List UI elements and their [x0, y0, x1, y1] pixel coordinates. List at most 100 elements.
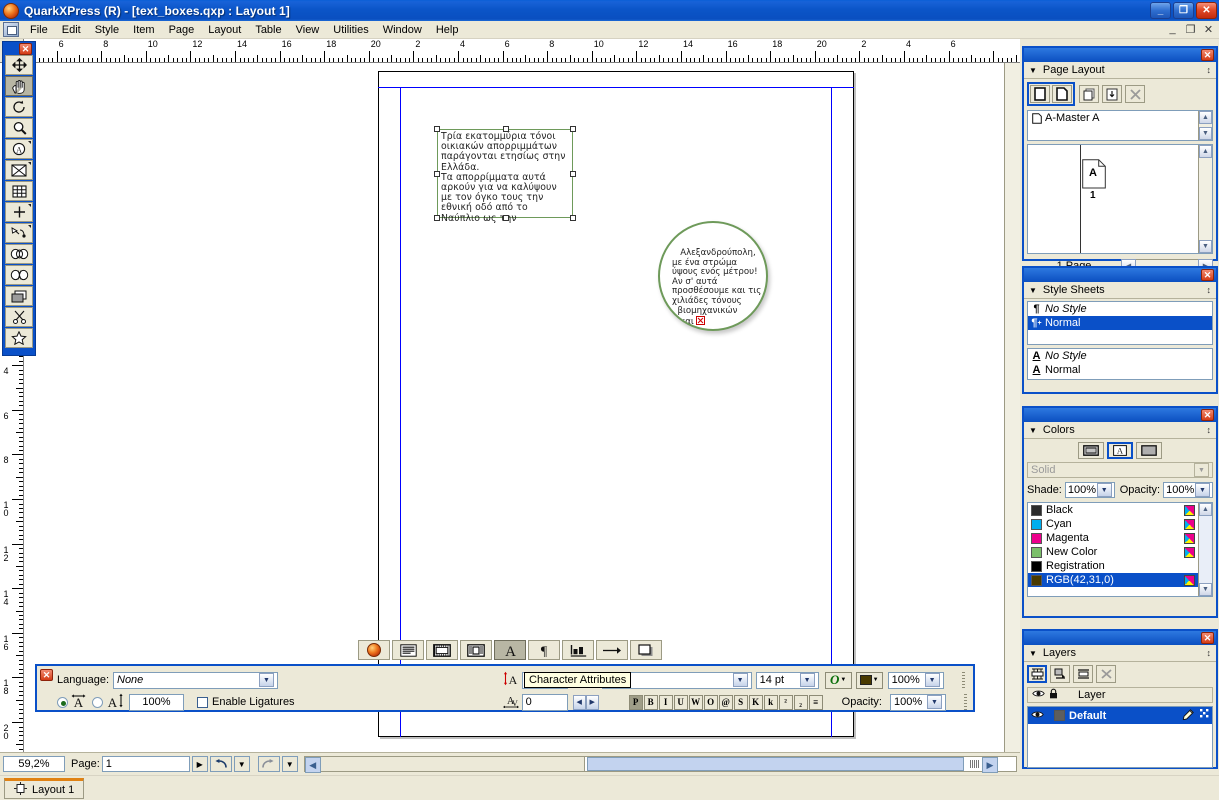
redo-menu-button[interactable]: ▼ [281, 756, 298, 772]
horizontal-scale-radio[interactable] [57, 696, 68, 708]
scrollbar-thumb[interactable]: ◀ [304, 757, 585, 773]
color-item-registration[interactable]: Registration [1028, 559, 1198, 573]
menu-layout[interactable]: Layout [201, 23, 248, 37]
zoom-input[interactable]: 59,2% [3, 756, 65, 772]
link-tool[interactable] [5, 244, 33, 264]
resize-handle-nw[interactable] [434, 126, 440, 132]
resize-icon[interactable]: ↕ [1207, 425, 1212, 435]
duplicate-icon[interactable] [1079, 85, 1099, 103]
pencil-icon[interactable] [1182, 708, 1194, 723]
resize-handle-n[interactable] [503, 126, 509, 132]
blank-facing-page-icon[interactable] [1052, 85, 1072, 103]
page-input[interactable]: 1 [101, 756, 190, 772]
maximize-button[interactable]: ❐ [1173, 2, 1194, 19]
starburst-tool[interactable] [5, 328, 33, 348]
enable-ligatures-checkbox[interactable] [197, 696, 208, 708]
subscript-style-button[interactable]: ₂ [793, 694, 808, 710]
menu-help[interactable]: Help [429, 23, 466, 37]
greek-text-box[interactable]: Τρία εκατομμύρια τόνοι οικιακών απορριμμά… [434, 126, 576, 223]
blend-style-select[interactable]: Solid ▼ [1027, 462, 1213, 478]
scroll-down-icon[interactable]: ▼ [1199, 240, 1212, 253]
opacity-color-button[interactable]: O ▼ [824, 671, 852, 689]
move-item-to-layer-icon[interactable] [1050, 665, 1070, 683]
character-tab[interactable]: A [494, 640, 526, 660]
collapse-triangle-icon[interactable]: ▼ [1029, 649, 1037, 658]
blank-single-page-icon[interactable] [1030, 85, 1050, 103]
background-color-icon[interactable] [1136, 442, 1162, 459]
resize-handle-w[interactable] [434, 171, 440, 177]
resize-handle-e[interactable] [570, 171, 576, 177]
small-caps-style-button[interactable]: k [763, 694, 778, 710]
opacity-input[interactable]: 100% ▼ [890, 693, 946, 711]
greek-circle-text-content[interactable]: Αλεξανδρούπολη, με ένα στρώμα ύψους ενός μ… [660, 223, 766, 328]
eye-icon[interactable] [1031, 710, 1044, 722]
content-hand-tool[interactable] [5, 76, 33, 96]
collapse-triangle-icon[interactable]: ▼ [1029, 426, 1037, 435]
delete-icon[interactable] [1125, 85, 1145, 103]
greek-text-box-content[interactable]: Τρία εκατομμύρια τόνοι οικιακών απορριμμά… [438, 130, 572, 226]
master-pages-list[interactable]: A-Master A ▲ ▼ [1027, 110, 1213, 141]
menu-edit[interactable]: Edit [55, 23, 88, 37]
chevron-down-icon[interactable]: ▼ [927, 695, 942, 709]
paragraph-stylesheet-list[interactable]: ¶ No Style ¶ + Normal [1027, 301, 1213, 345]
resize-icon[interactable]: ↕ [1207, 65, 1212, 75]
redo-button[interactable] [257, 756, 280, 772]
layer-item-default[interactable]: Default [1028, 707, 1212, 724]
collapse-triangle-icon[interactable]: ▼ [1029, 66, 1037, 75]
scroll-down-icon[interactable]: ▼ [1199, 583, 1212, 596]
font-size-select[interactable]: 14 pt ▼ [755, 671, 819, 689]
vertical-scale-icon[interactable]: A [106, 693, 125, 711]
bold-style-button[interactable]: B [643, 694, 658, 710]
dropshadow-tab[interactable] [630, 640, 662, 660]
stylesheet-item-normal-character[interactable]: A Normal [1028, 363, 1212, 377]
scrollbar-track-thumb[interactable] [586, 757, 964, 771]
layers-header[interactable]: ▼ Layers ↕ [1024, 645, 1216, 662]
color-item-black[interactable]: Black [1028, 503, 1198, 517]
frame-tab[interactable] [426, 640, 458, 660]
outline-style-button[interactable]: O [703, 694, 718, 710]
resize-handle-se[interactable] [570, 215, 576, 221]
layers-list[interactable]: Default [1027, 706, 1213, 768]
classic-tab[interactable] [358, 640, 390, 660]
rotation-tool[interactable] [5, 97, 33, 117]
superscript-style-button[interactable]: ² [778, 694, 793, 710]
text-overflow-icon[interactable] [695, 316, 705, 326]
document-icon[interactable] [3, 22, 19, 37]
paragraph-tab[interactable]: ¶ [528, 640, 560, 660]
items-icon[interactable] [1200, 708, 1209, 723]
all-caps-style-button[interactable]: K [748, 694, 763, 710]
close-icon[interactable]: ✕ [19, 43, 32, 55]
menu-table[interactable]: Table [248, 23, 288, 37]
horizontal-ruler[interactable]: 6 8 10 12 14 16 18 20 2 4 6 8 10 12 14 16 18 20 2 4 6 [24, 39, 1020, 63]
runaround-tab[interactable] [460, 640, 492, 660]
menu-item[interactable]: Item [126, 23, 161, 37]
close-icon[interactable]: ✕ [1201, 49, 1214, 61]
stylesheet-item-no-style-character[interactable]: A No Style [1028, 349, 1212, 363]
resize-icon[interactable]: ↕ [1207, 285, 1212, 295]
menu-window[interactable]: Window [376, 23, 429, 37]
horizontal-scale-icon[interactable]: A [71, 693, 86, 711]
italic-style-button[interactable]: I [658, 694, 673, 710]
chevron-down-icon[interactable]: ▼ [732, 673, 748, 687]
shadow-style-button[interactable]: @ [718, 694, 733, 710]
composition-zone-tool[interactable] [5, 286, 33, 306]
bezier-pen-tool[interactable] [5, 223, 33, 243]
table-tool[interactable] [5, 181, 33, 201]
scroll-down-icon[interactable]: ▼ [1199, 127, 1212, 140]
page-thumbnails-area[interactable]: A 1 ▲ ▼ [1027, 144, 1213, 254]
color-item-new-color[interactable]: New Color [1028, 545, 1198, 559]
canvas-vertical-scrollbar[interactable] [1004, 63, 1020, 752]
close-button[interactable]: ✕ [1196, 2, 1217, 19]
chevron-down-icon[interactable]: ▼ [1194, 483, 1210, 497]
tracking-input[interactable]: 0 [521, 693, 568, 711]
chevron-down-icon[interactable]: ▼ [259, 673, 274, 687]
resize-handle-sw[interactable] [434, 215, 440, 221]
text-color-icon[interactable]: A [1107, 442, 1133, 459]
page-thumbnails-scrollbar[interactable]: ▲ ▼ [1198, 145, 1212, 253]
superior-style-button[interactable]: ≡ [808, 694, 823, 710]
undo-menu-button[interactable]: ▼ [233, 756, 250, 772]
page-popup-button[interactable]: ▶ [191, 756, 208, 772]
page-thumbnail[interactable]: A 1 [1082, 159, 1106, 201]
color-item-magenta[interactable]: Magenta [1028, 531, 1198, 545]
language-select[interactable]: None ▼ [113, 671, 278, 689]
